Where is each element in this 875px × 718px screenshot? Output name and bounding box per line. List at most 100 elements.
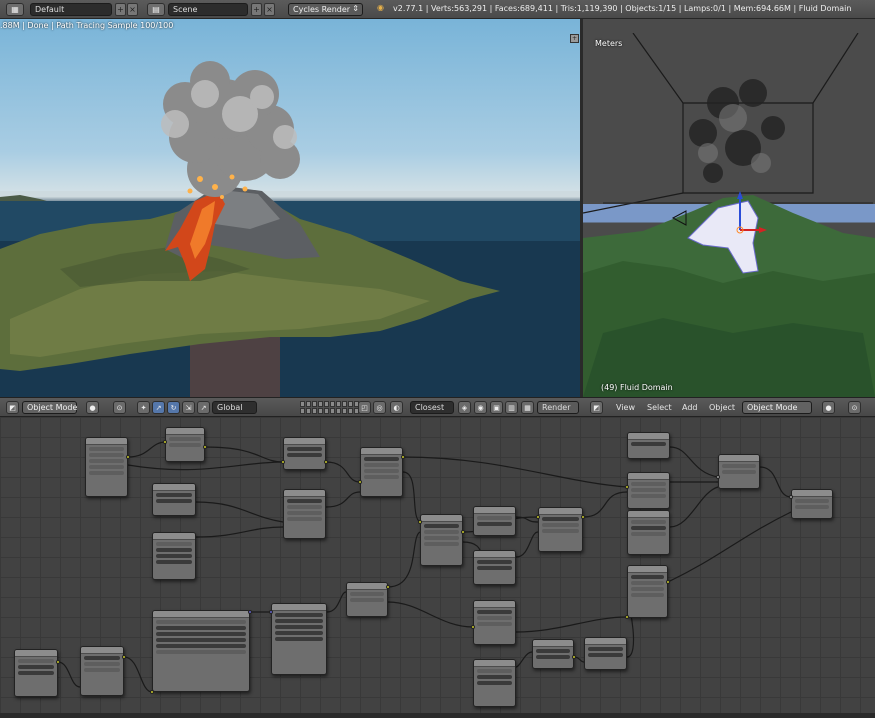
node-material-output[interactable] (791, 489, 833, 519)
node-socket[interactable] (789, 495, 793, 499)
node-socket[interactable] (281, 460, 285, 464)
node-socket[interactable] (581, 515, 585, 519)
scale-manipulator-icon[interactable]: ⇲ (182, 401, 195, 414)
node-texture-coordinate[interactable] (85, 437, 128, 497)
node-editor[interactable] (0, 417, 875, 713)
node-socket[interactable] (716, 475, 720, 479)
node-color-ramp-1[interactable] (473, 506, 516, 536)
scene-statistics: v2.77.1 | Verts:563,291 | Faces:689,411 … (393, 4, 852, 13)
node-mix-1[interactable] (283, 489, 326, 539)
node-math-2[interactable] (283, 437, 326, 470)
pivot-point-icon[interactable]: ⊙ (113, 401, 126, 414)
node-socket[interactable] (625, 615, 629, 619)
screen-layout-field[interactable]: Default (30, 3, 112, 16)
opengl-render-icon[interactable]: ▣ (490, 401, 503, 414)
proportional-edit-icon[interactable]: ◎ (373, 401, 386, 414)
scene-field[interactable]: Scene (168, 3, 248, 16)
properties-toggle-button[interactable]: + (570, 34, 579, 43)
bottom-strip (0, 713, 875, 718)
lock-layers-icon[interactable]: ◰ (358, 401, 371, 414)
node-noise-texture-2[interactable] (473, 659, 516, 707)
transform-orientation-select[interactable]: Global (212, 401, 257, 414)
node-math-5[interactable] (532, 639, 574, 669)
object-mode-select[interactable]: Object Mode (22, 401, 77, 414)
translate-manipulator-icon[interactable]: ↗ (152, 401, 165, 414)
node-color-ramp-3[interactable] (80, 646, 124, 696)
node-socket[interactable] (572, 655, 576, 659)
node-separate-xyz[interactable] (165, 427, 205, 462)
snap-target-label: Closest (415, 403, 445, 412)
node-socket[interactable] (324, 460, 328, 464)
scene-icon[interactable]: ▤ (147, 3, 165, 16)
transform-orientation-label: Global (217, 403, 243, 412)
node-mix-3[interactable] (420, 514, 463, 566)
node-noise-texture-3[interactable] (14, 649, 58, 697)
node-socket[interactable] (122, 655, 126, 659)
node-socket[interactable] (461, 530, 465, 534)
delete-screen-button[interactable]: × (127, 3, 138, 16)
rotate-manipulator-icon[interactable]: ↻ (167, 401, 180, 414)
layer-buttons[interactable] (300, 401, 359, 414)
render-engine-select[interactable]: Cycles Render ⇕ (288, 3, 363, 16)
node-socket[interactable] (625, 485, 629, 489)
node-socket[interactable] (163, 440, 167, 444)
units-label: Meters (595, 39, 623, 48)
layout-icon[interactable]: ▦ (6, 3, 24, 16)
node-socket[interactable] (248, 610, 252, 614)
node-image-texture[interactable] (271, 603, 327, 675)
node-socket[interactable] (666, 580, 670, 584)
editor-type-icon-right[interactable]: ◩ (590, 401, 603, 414)
node-socket[interactable] (203, 445, 207, 449)
node-math-4[interactable] (627, 432, 670, 459)
node-socket[interactable] (418, 520, 422, 524)
node-mix-shader[interactable] (718, 454, 760, 489)
editor-type-icon[interactable]: ◩ (6, 401, 19, 414)
node-socket[interactable] (536, 515, 540, 519)
add-screen-button[interactable]: + (115, 3, 126, 16)
snap-target-select[interactable]: Closest (410, 401, 454, 414)
node-principled-1[interactable] (627, 472, 670, 509)
render-engine-label: Cycles Render (293, 5, 351, 14)
snap-toggle-icon[interactable]: ◐ (390, 401, 403, 414)
snap-project-icon[interactable]: ◉ (474, 401, 487, 414)
opengl-animation-icon[interactable]: ▥ (505, 401, 518, 414)
render-status-text: .88M | Done | Path Tracing Sample 100/10… (0, 21, 174, 30)
menu-object[interactable]: Object (709, 403, 735, 412)
render-button[interactable]: Render (537, 401, 579, 414)
node-mix-5[interactable] (473, 600, 516, 645)
node-noise-texture-1[interactable] (152, 532, 196, 580)
node-math-6[interactable] (584, 637, 627, 670)
rendered-viewport[interactable]: .88M | Done | Path Tracing Sample 100/10… (0, 19, 580, 397)
menu-select[interactable]: Select (647, 403, 672, 412)
node-socket[interactable] (471, 625, 475, 629)
add-scene-button[interactable]: + (251, 3, 262, 16)
menu-view[interactable]: View (616, 403, 635, 412)
node-mix-2[interactable] (360, 447, 403, 497)
delete-scene-button[interactable]: × (264, 3, 275, 16)
node-mix-6[interactable] (627, 565, 668, 618)
node-socket[interactable] (269, 610, 273, 614)
node-socket[interactable] (401, 455, 405, 459)
menu-add[interactable]: Add (682, 403, 698, 412)
node-socket[interactable] (126, 455, 130, 459)
node-socket[interactable] (56, 660, 60, 664)
solid-viewport[interactable]: Meters (49) Fluid Domain (583, 33, 875, 397)
object-mode-select-right[interactable]: Object Mode (742, 401, 812, 414)
node-mix-4[interactable] (538, 507, 583, 552)
node-socket[interactable] (386, 585, 390, 589)
node-mapping[interactable] (152, 610, 250, 692)
viewport-shading-icon[interactable]: ● (86, 401, 99, 414)
manipulator-extra-icon[interactable]: ↗ (197, 401, 210, 414)
viewport-shading-icon-right[interactable]: ● (822, 401, 835, 414)
node-socket[interactable] (150, 690, 154, 694)
node-math-1[interactable] (152, 483, 196, 516)
node-separate-rgb[interactable] (346, 582, 388, 617)
manipulator-toggle-icon[interactable]: ✦ (137, 401, 150, 414)
snap-align-icon[interactable]: ◈ (458, 401, 471, 414)
node-color-ramp-2[interactable] (627, 510, 670, 555)
node-socket[interactable] (358, 480, 362, 484)
pivot-point-icon-right[interactable]: ⊙ (848, 401, 861, 414)
render-icon[interactable]: ▦ (521, 401, 534, 414)
node-math-3[interactable] (473, 550, 516, 585)
volcano-render-image (0, 61, 580, 397)
